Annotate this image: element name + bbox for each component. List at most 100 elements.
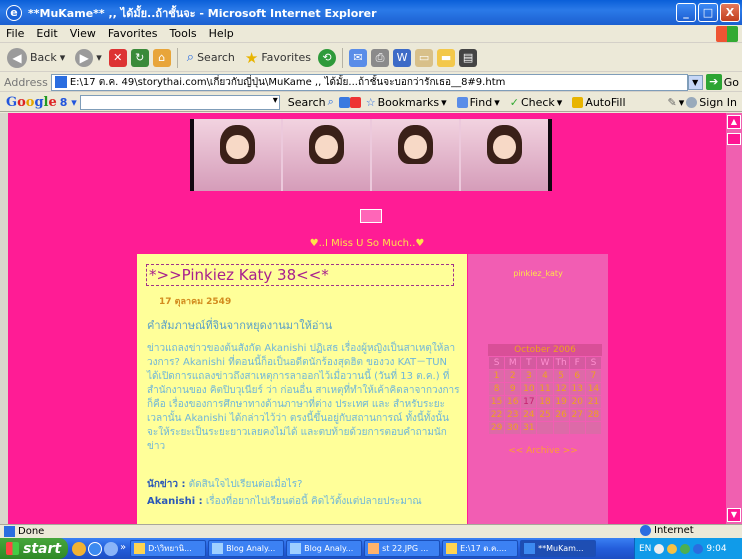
forward-button[interactable]: ▶ ▾ [72,46,105,70]
discuss-icon[interactable]: ▭ [415,48,434,67]
calendar-day[interactable]: 14 [585,383,601,395]
calendar-day[interactable]: 2 [505,370,521,382]
calendar-day[interactable]: 6 [569,370,585,382]
calendar-day[interactable]: 15 [489,396,505,408]
calendar-day[interactable]: 13 [569,383,585,395]
calendar-day[interactable]: 12 [553,383,569,395]
calendar-month[interactable]: October 2006 [488,344,602,356]
calendar-day[interactable]: 26 [553,409,569,421]
calendar-day[interactable]: 24 [521,409,537,421]
vertical-scrollbar[interactable]: ▲ ▼ [726,113,742,524]
google-menu-button[interactable]: 8 ▾ [60,96,77,109]
ie-quick-launch-icon[interactable] [88,541,102,556]
google-search-input[interactable] [79,94,280,110]
spellcheck-button[interactable]: ✓ Check ▾ [505,96,568,109]
taskbar-button[interactable]: st 22.JPG ... [364,540,441,557]
calendar-day[interactable]: 30 [505,422,521,434]
scroll-down-button[interactable]: ▼ [727,508,741,522]
calendar-day[interactable]: 27 [569,409,585,421]
home-icon[interactable]: ⌂ [152,48,171,67]
taskbar-button-active[interactable]: **MuKam... [520,540,597,557]
menu-help[interactable]: Help [203,27,240,40]
messenger-icon[interactable]: ▤ [459,48,478,67]
address-bar: Address E:\17 ต.ค. 49\storythai.com\เกี่… [0,73,742,92]
back-button[interactable]: ◀ Back ▾ [4,46,68,70]
calendar-day[interactable]: 28 [585,409,601,421]
bookmarks-button[interactable]: ☆ Bookmarks ▾ [361,96,452,109]
calendar-day[interactable]: 22 [489,409,505,421]
history-icon[interactable]: ⟲ [318,48,337,67]
calendar-day[interactable]: 11 [537,383,553,395]
search-button[interactable]: ⌕ Search [184,46,238,70]
folder-icon[interactable]: ▬ [437,48,456,67]
scroll-thumb[interactable] [727,133,741,145]
calendar-day[interactable]: 3 [521,370,537,382]
maximize-button[interactable]: □ [698,3,718,22]
calendar-day[interactable]: 20 [569,396,585,408]
scroll-up-button[interactable]: ▲ [727,115,741,129]
menu-tools[interactable]: Tools [164,27,203,40]
calendar-day[interactable]: 8 [489,383,505,395]
tray-icon[interactable] [680,543,691,554]
stop-icon[interactable]: ✕ [108,48,127,67]
calendar-day[interactable]: 9 [505,383,521,395]
print-icon[interactable]: ⎙ [371,48,390,67]
news-icon[interactable] [338,96,350,108]
edit-icon[interactable]: W [393,48,412,67]
calendar-day[interactable]: 21 [585,396,601,408]
favorites-button[interactable]: ★ Favorites [242,46,314,70]
calendar-day[interactable]: 23 [505,409,521,421]
menu-favorites[interactable]: Favorites [102,27,164,40]
calendar-day[interactable]: 25 [537,409,553,421]
calendar-day[interactable]: 19 [553,396,569,408]
google-logo[interactable]: Google [0,95,60,110]
calendar-day-header: Th [553,357,569,369]
mail-icon[interactable]: ✉ [349,48,368,67]
tray-icon[interactable] [654,543,665,554]
address-input[interactable]: E:\17 ต.ค. 49\storythai.com\เกี่ยวกับญี่… [50,73,688,91]
calendar-day[interactable]: 31 [521,422,537,434]
menu-file[interactable]: File [0,27,30,40]
close-button[interactable]: X [720,3,740,22]
favorites-label: Favorites [261,51,312,64]
tray-icon[interactable] [693,543,704,554]
quick-launch-icon[interactable] [104,541,118,556]
start-button[interactable]: start [0,538,68,559]
calendar-day-highlighted[interactable]: 17 [521,396,537,408]
author-link[interactable]: pinkiez_katy [468,269,608,278]
find-button[interactable]: Find ▾ [452,96,505,109]
go-button[interactable]: ➔ Go [703,74,742,90]
taskbar-button[interactable]: D:\วิทยานิ... [130,540,207,557]
calendar-day[interactable]: 5 [553,370,569,382]
quick-launch-icon[interactable] [72,541,86,556]
menu-edit[interactable]: Edit [30,27,63,40]
calendar-day[interactable]: 16 [505,396,521,408]
language-indicator[interactable]: EN [639,544,651,554]
address-dropdown-button[interactable]: ▼ [687,74,703,90]
ie-logo-icon: e [6,4,22,21]
chevron-right-icon[interactable]: » [120,542,126,556]
calendar-day[interactable]: 1 [489,370,505,382]
tray-icon[interactable] [667,543,678,554]
music-player-box[interactable] [360,209,382,223]
menu-view[interactable]: View [64,27,102,40]
popup-blocker-icon[interactable] [349,96,361,108]
clock[interactable]: 9:04 [706,544,726,554]
calendar-day[interactable]: 18 [537,396,553,408]
calendar-day[interactable]: 4 [537,370,553,382]
address-url: E:\17 ต.ค. 49\storythai.com\เกี่ยวกับญี่… [69,76,506,88]
signin-button[interactable]: ✎ ▾ Sign In [663,96,742,109]
calendar-day[interactable]: 7 [585,370,601,382]
taskbar-button[interactable]: Blog Analy... [208,540,285,557]
minimize-button[interactable]: _ [676,3,696,22]
google-search-button[interactable]: Search ⌕ [283,95,339,109]
refresh-icon[interactable]: ↻ [130,48,149,67]
post-title[interactable]: *>>Pinkiez Katy 38<<* [146,264,454,286]
calendar-empty-cell [569,422,585,434]
taskbar-button[interactable]: Blog Analy... [286,540,363,557]
calendar-day[interactable]: 29 [489,422,505,434]
archive-link[interactable]: << Archive >> [468,446,618,456]
taskbar-button[interactable]: E:\17 ต.ค.... [442,540,519,557]
calendar-day[interactable]: 10 [521,383,537,395]
autofill-button[interactable]: AutoFill [567,96,630,109]
